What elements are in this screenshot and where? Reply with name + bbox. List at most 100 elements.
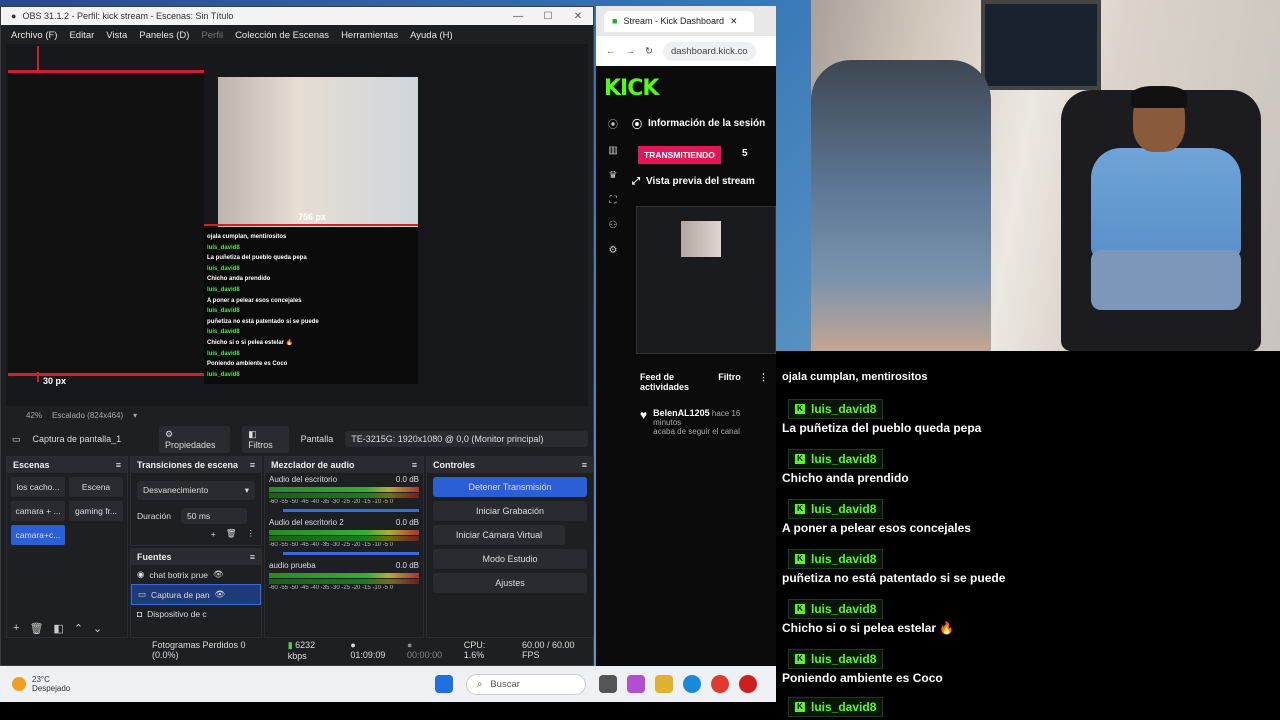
chat-message: La puñetiza del pueblo queda pepa	[782, 421, 982, 435]
mini-chat-line: ojala cumplan, mentirositos	[207, 234, 287, 240]
more-icon[interactable]: ⋮	[247, 528, 256, 539]
menu-scene-collection[interactable]: Colección de Escenas	[235, 30, 329, 41]
gear-icon[interactable]: ⚙	[609, 245, 618, 256]
trash-icon[interactable]: 🗑	[226, 528, 237, 539]
chrome-icon[interactable]	[711, 675, 729, 693]
scenes-header: Escenas ≡	[7, 457, 127, 473]
eye-icon[interactable]: 👁	[213, 569, 224, 580]
mini-chat-line: A poner a pelear esos concejales	[207, 297, 302, 304]
eye-icon[interactable]: 👁	[215, 589, 226, 600]
scenes-footer: + 🗑 ◧ ⌃ ⌄	[7, 619, 127, 637]
mixer-dock: Mezclador de audio ≡ Audio del escritorio…	[264, 456, 424, 638]
preview-camera-thumb	[681, 221, 721, 257]
back-icon[interactable]: ←	[606, 46, 616, 57]
chat-message: puñetiza no está patentado si se puede	[782, 571, 1006, 585]
start-recording-button[interactable]: Iniciar Grabación	[433, 501, 587, 521]
menu-view[interactable]: Vista	[106, 30, 127, 41]
mini-chat-line: Chicho si o si pelea estelar 🔥	[207, 339, 294, 346]
menu-edit[interactable]: Editar	[69, 30, 94, 41]
studio-mode-button[interactable]: Modo Estudio	[433, 549, 587, 569]
broadcast-icon: ⦿	[632, 120, 642, 131]
maximize-icon[interactable]: ☐	[533, 11, 563, 22]
app-icon[interactable]	[627, 675, 645, 693]
reload-icon[interactable]: ↻	[645, 46, 653, 57]
scene-item[interactable]: gaming fr...	[69, 501, 123, 521]
forward-icon[interactable]: →	[626, 46, 636, 57]
menu-help[interactable]: Ayuda (H)	[410, 30, 453, 41]
source-item[interactable]: ◉ chat botrix prue 👁	[131, 565, 261, 584]
chevron-down-icon[interactable]: ▾	[133, 411, 137, 420]
trophy-icon[interactable]: ♛	[609, 170, 618, 181]
transition-select[interactable]: Desvanecimiento ▾	[137, 481, 255, 500]
chat-message: Poniendo ambiente es Coco	[782, 671, 943, 685]
controls-dock: Controles ≡ Detener Transmisión Iniciar G…	[426, 456, 594, 638]
url-text: dashboard.kick.co	[670, 45, 748, 57]
close-icon[interactable]: ✕	[730, 16, 738, 27]
taskbar-search[interactable]: ⌕ Buscar	[466, 673, 586, 695]
file-explorer-icon[interactable]	[655, 675, 673, 693]
camera-icon: ◘	[137, 609, 143, 619]
volume-slider[interactable]	[283, 552, 419, 555]
menu-tools[interactable]: Herramientas	[341, 30, 398, 41]
edge-icon[interactable]	[683, 675, 701, 693]
username-text: luis_david8	[811, 652, 877, 666]
source-item[interactable]: ◘ Dispositivo de c	[131, 605, 261, 623]
menu-docks[interactable]: Paneles (D)	[139, 30, 189, 41]
settings-button[interactable]: Ajustes	[433, 573, 587, 593]
scene-item[interactable]: los cacho...	[11, 477, 65, 497]
menu-profile[interactable]: Perfil	[201, 30, 223, 41]
sources-dock: Fuentes ≡ ◉ chat botrix prue 👁 ▭ Captura de …	[130, 548, 262, 638]
menu-file[interactable]: Archivo (F)	[11, 30, 57, 41]
add-icon[interactable]: +	[211, 529, 216, 539]
dock-menu-icon[interactable]: ≡	[116, 460, 121, 470]
chevron-down-icon: ▾	[244, 485, 249, 495]
duration-input[interactable]: 50 ms	[181, 508, 248, 524]
chevron-up-icon[interactable]: ⌃	[74, 622, 83, 635]
obs-taskbar-icon[interactable]	[739, 675, 757, 693]
monitor-icon: ▭	[138, 589, 147, 599]
viewer-count: 5	[742, 148, 748, 159]
start-virtual-camera-button[interactable]: Iniciar Cámara Virtual	[433, 525, 565, 545]
broadcast-icon[interactable]: ⦿	[608, 116, 618, 131]
stop-stream-button[interactable]: Detener Transmisión	[433, 477, 587, 497]
scene-item[interactable]: Escena	[69, 477, 123, 497]
dock-menu-icon[interactable]: ≡	[250, 552, 255, 562]
filter-icon[interactable]: ◧	[53, 622, 63, 635]
screen-select[interactable]: TE-3215G: 1920x1080 @ 0,0 (Monitor princ…	[345, 431, 588, 447]
measure-label-bottom: 30 px	[43, 376, 67, 386]
source-item-active[interactable]: ▭ Captura de pan 👁	[131, 584, 261, 605]
task-view-icon[interactable]	[599, 675, 617, 693]
expand-icon[interactable]: ⛶	[610, 195, 617, 206]
browser-tab[interactable]: ■ Stream - Kick Dashboard ✕	[604, 10, 754, 32]
trash-icon[interactable]: 🗑	[29, 622, 43, 635]
live-time: ● 01:09:09	[350, 640, 386, 660]
volume-slider[interactable]	[283, 509, 419, 512]
activity-feed: Feed de actividades Filtro ⋮ ♥ BelenAL12…	[636, 368, 772, 444]
filters-button[interactable]: ◧ Filtros	[242, 425, 289, 453]
scene-item[interactable]: camara + ...	[11, 501, 65, 521]
scene-item-active[interactable]: camara+c...	[11, 525, 65, 545]
feed-filter-button[interactable]: Filtro	[718, 372, 741, 392]
more-icon[interactable]: ⋮	[759, 372, 768, 392]
dock-menu-icon[interactable]: ≡	[582, 460, 587, 470]
properties-button[interactable]: ⚙ Propiedades	[158, 425, 231, 453]
add-icon[interactable]: +	[13, 622, 19, 634]
url-field[interactable]: dashboard.kick.co	[662, 41, 756, 61]
close-icon[interactable]: ✕	[563, 11, 593, 22]
chat-message: ojala cumplan, mentirositos	[782, 371, 928, 383]
screen-label: Pantalla	[300, 434, 334, 444]
minimize-icon[interactable]: —	[503, 11, 533, 22]
kick-logo[interactable]: KICK	[604, 76, 659, 101]
follower-name[interactable]: BelenAL1205	[653, 408, 710, 418]
dock-menu-icon[interactable]: ≡	[250, 460, 255, 470]
channel-name: audio prueba	[269, 561, 316, 570]
stream-preview[interactable]	[636, 206, 776, 354]
stats-icon[interactable]: ▥	[608, 145, 617, 156]
chevron-down-icon[interactable]: ⌄	[93, 622, 102, 635]
preview-title: Vista previa del stream	[646, 176, 755, 187]
dock-menu-icon[interactable]: ≡	[412, 460, 417, 470]
zoom-value[interactable]: 42%	[26, 411, 42, 420]
weather-widget[interactable]: 23°C Despejado	[0, 675, 430, 693]
users-icon[interactable]: ⚇	[609, 220, 618, 231]
windows-start-icon[interactable]	[435, 675, 453, 693]
